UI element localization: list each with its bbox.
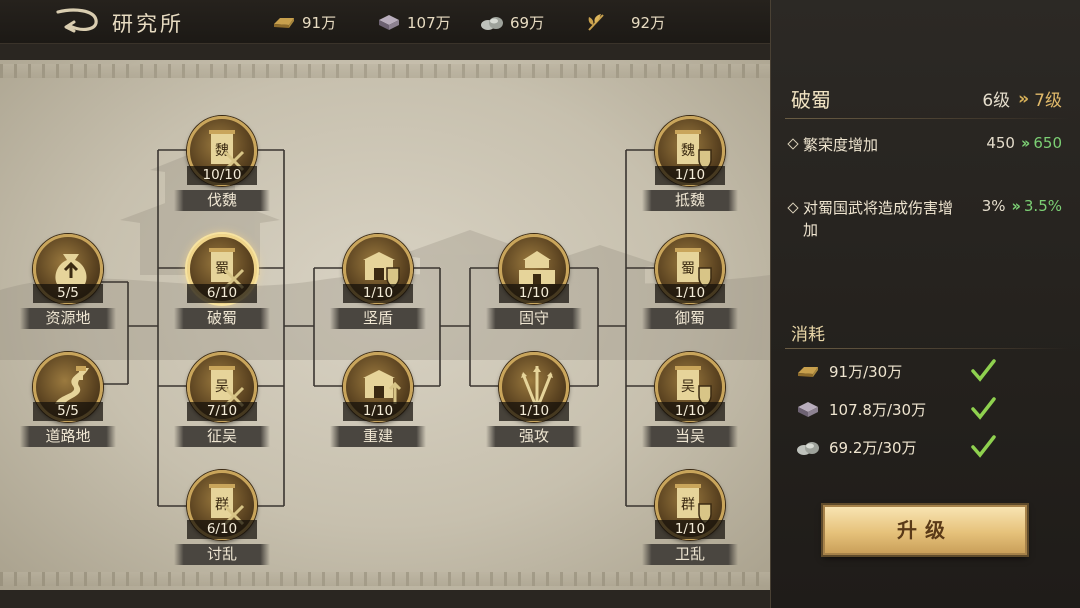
upgrade-button[interactable]: 升级 (823, 505, 1027, 555)
check-icon (971, 435, 996, 458)
banner-glyph: 蜀 (215, 261, 229, 277)
resource-stone[interactable]: 69万 (480, 10, 544, 34)
page-title: 研究所 (112, 12, 184, 36)
node-label: 伐魏 (174, 190, 270, 211)
stat-value: 450 ›› 650 (986, 134, 1062, 152)
node-label: 御蜀 (642, 308, 738, 329)
node-progress: 5/5 (33, 402, 103, 421)
selected-skill-title: 破蜀 (791, 88, 831, 112)
back-button[interactable] (54, 6, 100, 36)
node-progress: 1/10 (655, 402, 725, 421)
cost-text: 107.8万/30万 (829, 400, 927, 419)
cost-title: 消耗 (791, 325, 825, 345)
cost-text: 91万/30万 (829, 362, 903, 381)
cost-row-stone: 69.2万/30万 (793, 433, 1063, 461)
stat-from: 450 (986, 134, 1015, 152)
bullet-icon (787, 138, 799, 150)
banner-glyph: 蜀 (681, 261, 695, 277)
double-chevron-icon: ›› (1020, 134, 1031, 152)
node-label: 卫乱 (642, 544, 738, 565)
resource-stone-value: 69万 (510, 13, 545, 32)
node-progress: 1/10 (499, 402, 569, 421)
banner-glyph: 吴 (681, 379, 695, 395)
node-progress: 6/10 (187, 284, 257, 303)
gold-ingot-icon (274, 18, 294, 28)
node-label: 破蜀 (174, 308, 270, 329)
top-bar: 研究所 91万 107万 69万 92万 (0, 0, 770, 44)
research-board: 5/5 资源地 5/5 道路地 魏 10/10 伐魏 蜀 6/10 破蜀 吴 7… (0, 44, 770, 608)
node-progress: 10/10 (187, 166, 257, 185)
node-progress: 6/10 (187, 520, 257, 539)
stone-icon (481, 17, 503, 30)
double-chevron-icon: ›› (1011, 197, 1022, 215)
level-change: 6级 ›› 7级 (982, 86, 1062, 112)
node-progress: 1/10 (655, 166, 725, 185)
node-label: 重建 (330, 426, 426, 447)
cost-row-iron: 107.8万/30万 (793, 395, 1063, 423)
stat-name: 繁荣度增加 (803, 136, 879, 154)
node-label: 强攻 (486, 426, 582, 447)
node-progress: 1/10 (655, 284, 725, 303)
stat-to: 650 (1033, 134, 1062, 152)
back-arrow-icon (56, 8, 98, 33)
node-progress: 1/10 (343, 402, 413, 421)
banner-glyph: 魏 (681, 143, 695, 159)
node-label: 坚盾 (330, 308, 426, 329)
check-icon (971, 359, 996, 382)
resource-grain[interactable]: 92万 (585, 10, 665, 34)
iron-ore-icon (798, 402, 818, 417)
resource-gold[interactable]: 91万 (272, 10, 336, 34)
node-label: 当吴 (642, 426, 738, 447)
stat-to: 3.5% (1023, 197, 1062, 215)
level-from: 6级 (982, 91, 1011, 111)
resource-grain-value: 92万 (631, 13, 666, 32)
stone-icon (797, 442, 819, 455)
node-progress: 7/10 (187, 402, 257, 421)
grain-icon (588, 14, 604, 31)
cost-text: 69.2万/30万 (829, 438, 917, 457)
banner-glyph: 吴 (215, 379, 229, 395)
resource-iron-value: 107万 (407, 13, 451, 32)
level-to: 7级 (1034, 91, 1062, 111)
node-label: 资源地 (20, 308, 116, 329)
divider (785, 118, 1069, 119)
banner-glyph: 魏 (215, 143, 229, 159)
banner-glyph: 群 (681, 497, 695, 513)
node-progress: 1/10 (655, 520, 725, 539)
double-chevron-icon: ›› (1018, 88, 1029, 109)
stat-value: 3% ›› 3.5% (982, 197, 1062, 215)
resource-gold-value: 91万 (302, 13, 337, 32)
node-label: 固守 (486, 308, 582, 329)
iron-ore-icon (379, 15, 399, 30)
resource-iron[interactable]: 107万 (377, 10, 451, 34)
detail-panel: 破蜀 6级 ›› 7级 繁荣度增加 450 ›› 650 对蜀国武将造成伤害增加… (770, 0, 1080, 608)
bullet-icon (787, 202, 799, 214)
node-progress: 1/10 (499, 284, 569, 303)
stat-name: 对蜀国武将造成伤害增加 (803, 199, 954, 239)
node-label: 抵魏 (642, 190, 738, 211)
gold-ingot-icon (798, 367, 818, 377)
check-icon (971, 397, 996, 420)
banner-glyph: 群 (215, 497, 229, 513)
stat-from: 3% (981, 197, 1006, 215)
node-progress: 1/10 (343, 284, 413, 303)
node-label: 征吴 (174, 426, 270, 447)
divider (785, 348, 1069, 349)
node-progress: 5/5 (33, 284, 103, 303)
node-label: 讨乱 (174, 544, 270, 565)
cost-row-gold: 91万/30万 (793, 357, 1063, 385)
node-label: 道路地 (20, 426, 116, 447)
